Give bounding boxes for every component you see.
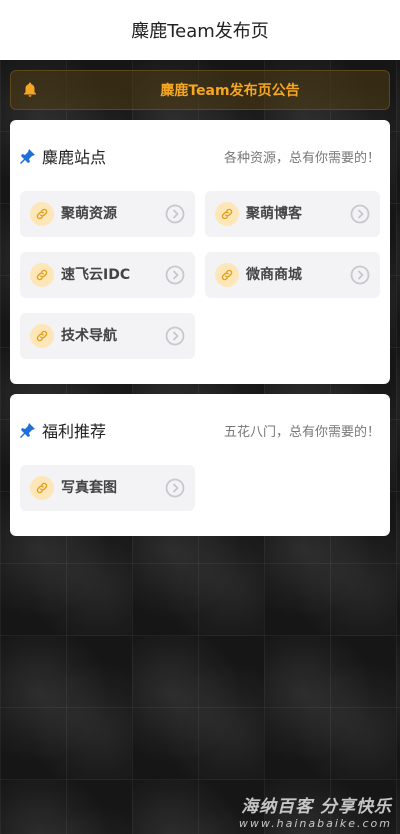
chevron-right-icon: [165, 478, 185, 498]
pin-icon: [20, 149, 35, 164]
section-card-sites: 麋鹿站点 各种资源，总有你需要的！ 聚萌资源 聚萌博客 速飞云IDC 微商商城: [10, 120, 390, 384]
site-link-label: 聚萌资源: [61, 206, 117, 222]
section-card-welfare: 福利推荐 五花八门，总有你需要的！ 写真套图: [10, 394, 390, 536]
site-link-label: 速飞云IDC: [61, 267, 131, 283]
chevron-right-icon: [165, 265, 185, 285]
pin-icon: [20, 423, 35, 438]
chevron-right-icon: [165, 326, 185, 346]
section-header: 麋鹿站点 各种资源，总有你需要的！: [20, 144, 380, 168]
bell-icon: [24, 82, 36, 97]
chevron-right-icon: [350, 265, 370, 285]
site-link-label: 技术导航: [61, 328, 117, 344]
section-title: 麋鹿站点: [42, 148, 107, 167]
section-header: 福利推荐 五花八门，总有你需要的！: [20, 418, 380, 442]
site-link-jumeng-blog[interactable]: 聚萌博客: [205, 191, 380, 237]
site-link-jumeng-resources[interactable]: 聚萌资源: [20, 191, 195, 237]
notice-bar[interactable]: 麋鹿Team发布页公告: [10, 70, 390, 110]
link-icon: [30, 324, 54, 348]
watermark-main: 海纳百客 分享快乐: [241, 797, 392, 817]
page-title: 麋鹿Team发布页: [131, 21, 269, 42]
site-link-label: 微商商城: [246, 267, 302, 283]
section-title: 福利推荐: [42, 422, 107, 441]
site-link-tech-nav[interactable]: 技术导航: [20, 313, 195, 359]
watermark: 海纳百客 分享快乐 www.hainabaike.com: [239, 792, 392, 830]
section-subtitle: 五花八门，总有你需要的！: [223, 424, 380, 440]
link-icon: [215, 202, 239, 226]
link-icon: [30, 263, 54, 287]
link-icon: [30, 202, 54, 226]
chevron-right-icon: [165, 204, 185, 224]
site-link-photo-sets[interactable]: 写真套图: [20, 465, 195, 511]
site-link-weishang-mall[interactable]: 微商商城: [205, 252, 380, 298]
site-link-label: 聚萌博客: [246, 206, 302, 222]
notice-text: 麋鹿Team发布页公告: [160, 83, 300, 99]
page-header: 麋鹿Team发布页: [0, 0, 400, 60]
chevron-right-icon: [350, 204, 370, 224]
section-subtitle: 各种资源，总有你需要的！: [223, 150, 380, 166]
site-link-label: 写真套图: [61, 480, 117, 496]
site-link-sufeiyun-idc[interactable]: 速飞云IDC: [20, 252, 195, 298]
link-icon: [30, 476, 54, 500]
watermark-url: www.hainabaike.com: [238, 817, 392, 830]
link-icon: [215, 263, 239, 287]
